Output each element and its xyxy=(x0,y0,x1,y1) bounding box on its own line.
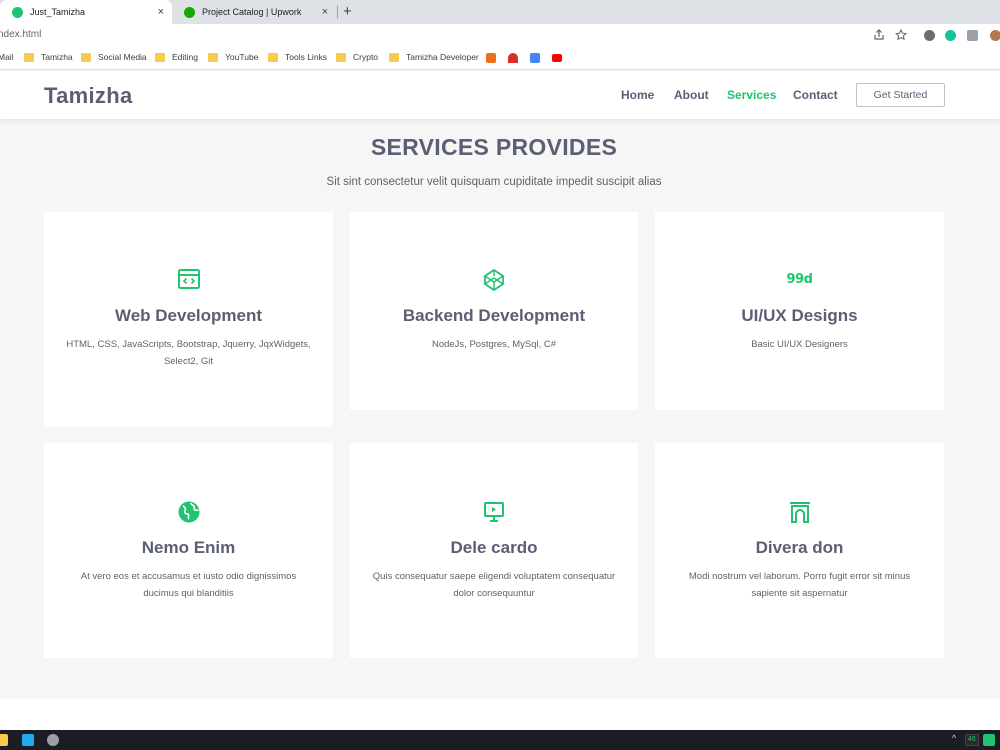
url-field[interactable]: ndex.html xyxy=(0,29,41,40)
99designs-logo-icon: 99d xyxy=(786,272,813,287)
close-tab-icon[interactable]: × xyxy=(158,5,164,19)
bookmark-tamizha-developer[interactable]: Tamizha Developer xyxy=(389,52,479,62)
app-icon[interactable] xyxy=(47,734,59,746)
codepen-cube-icon xyxy=(350,268,638,292)
site-favicon-icon xyxy=(12,6,23,18)
folder-icon xyxy=(24,52,34,62)
folder-icon xyxy=(81,52,91,62)
card-title: Backend Development xyxy=(402,306,586,325)
browser-tab-strip: Just_Tamizha × Project Catalog | Upwork … xyxy=(0,0,1000,24)
bookmarks-bar: Mail Tamizha Social Media Editing YouTub… xyxy=(0,47,1000,70)
page-footer-strip xyxy=(0,699,1000,730)
tray-chevron-icon[interactable]: ^ xyxy=(952,733,956,743)
card-description: Basic UI/UX Designers xyxy=(751,339,848,350)
service-card-nemo-enim[interactable]: Nemo Enim At vero eos et accusamus et iu… xyxy=(44,443,333,658)
get-started-button[interactable]: Get Started xyxy=(856,83,945,107)
close-tab-icon[interactable]: × xyxy=(322,5,328,19)
tab-just-tamizha[interactable]: Just_Tamizha × xyxy=(0,0,172,24)
tab-separator xyxy=(337,6,338,18)
tab-title: Project Catalog | Upwork xyxy=(202,7,302,17)
upwork-favicon-icon xyxy=(184,6,195,18)
bookmark-tools-links[interactable]: Tools Links xyxy=(268,52,327,62)
card-title: UI/UX Designs xyxy=(741,306,858,325)
tab-project-catalog[interactable]: Project Catalog | Upwork × xyxy=(172,0,336,24)
share-icon[interactable] xyxy=(873,29,885,45)
presentation-play-icon xyxy=(350,500,638,524)
bookmark-tamizha[interactable]: Tamizha xyxy=(24,52,73,62)
bookmark-editing[interactable]: Editing xyxy=(155,52,198,62)
bookmark-social-media[interactable]: Social Media xyxy=(81,52,147,62)
card-title: Web Development xyxy=(114,306,263,325)
bookmark-youtube[interactable]: YouTube xyxy=(208,52,258,62)
bookmark-star-icon[interactable] xyxy=(894,28,908,45)
service-card-backend-development[interactable]: Backend Development NodeJs, Postgres, My… xyxy=(350,212,638,410)
service-card-dele-cardo[interactable]: Dele cardo Quis consequatur saepe eligen… xyxy=(350,443,638,658)
file-explorer-icon[interactable] xyxy=(0,734,8,746)
card-description: Quis consequatur saepe eligendi voluptat… xyxy=(372,571,616,599)
tray-badge[interactable]: 46 xyxy=(965,734,979,746)
folder-icon xyxy=(268,52,278,62)
nav-services[interactable]: Services xyxy=(727,88,776,102)
extension-image-icon[interactable] xyxy=(967,30,978,41)
nav-about[interactable]: About xyxy=(674,88,709,102)
vscode-icon[interactable] xyxy=(22,734,34,746)
bookmark-youtube-icon[interactable] xyxy=(552,54,562,62)
arch-gate-icon xyxy=(655,500,944,524)
extension-cookie-icon[interactable] xyxy=(990,30,1000,41)
bookmark-speed-icon[interactable] xyxy=(508,53,518,63)
tab-title: Just_Tamizha xyxy=(30,7,86,17)
nav-contact[interactable]: Contact xyxy=(793,88,838,102)
card-title: Dele cardo xyxy=(450,538,538,557)
section-title: SERVICES PROVIDES xyxy=(370,134,618,160)
bookmark-app-icon[interactable] xyxy=(486,53,496,63)
site-logo[interactable]: Tamizha xyxy=(44,83,133,109)
os-taskbar: ^ 46 xyxy=(0,730,1000,750)
code-window-icon xyxy=(44,268,333,290)
extension-grammarly-icon[interactable] xyxy=(945,30,956,41)
card-description: NodeJs, Postgres, MySql, C# xyxy=(431,339,557,350)
folder-icon xyxy=(389,52,399,62)
folder-icon xyxy=(208,52,218,62)
address-bar: ndex.html xyxy=(0,24,1000,47)
card-description: At vero eos et accusamus et iusto odio d… xyxy=(80,571,297,599)
card-description: Modi nostrum vel laborum. Porro fugit er… xyxy=(688,571,911,599)
bookmark-translate-icon[interactable] xyxy=(530,53,540,63)
extension-bug-icon[interactable] xyxy=(924,30,935,41)
bookmark-crypto[interactable]: Crypto xyxy=(336,52,378,62)
bookmark-mail[interactable]: Mail xyxy=(0,52,14,62)
globe-icon xyxy=(44,500,333,524)
folder-icon xyxy=(336,52,346,62)
new-tab-button[interactable]: + xyxy=(343,3,352,21)
card-title: Nemo Enim xyxy=(141,538,236,557)
section-subtitle: Sit sint consectetur velit quisquam cupi… xyxy=(326,176,662,188)
card-title: Divera don xyxy=(755,538,844,557)
card-description: HTML, CSS, JavaScripts, Bootstrap, Jquer… xyxy=(66,339,311,367)
service-card-divera-don[interactable]: Divera don Modi nostrum vel laborum. Por… xyxy=(655,443,944,658)
nav-home[interactable]: Home xyxy=(621,88,654,102)
page-content: Tamizha Home About Services Contact Get … xyxy=(0,71,1000,730)
security-check-icon[interactable] xyxy=(983,734,995,746)
site-header: Tamizha Home About Services Contact Get … xyxy=(0,71,1000,119)
folder-icon xyxy=(155,52,165,62)
service-card-web-development[interactable]: Web Development HTML, CSS, JavaScripts, … xyxy=(44,212,333,427)
service-card-ui-ux-designs[interactable]: 99d UI/UX Designs Basic UI/UX Designers xyxy=(655,212,944,410)
